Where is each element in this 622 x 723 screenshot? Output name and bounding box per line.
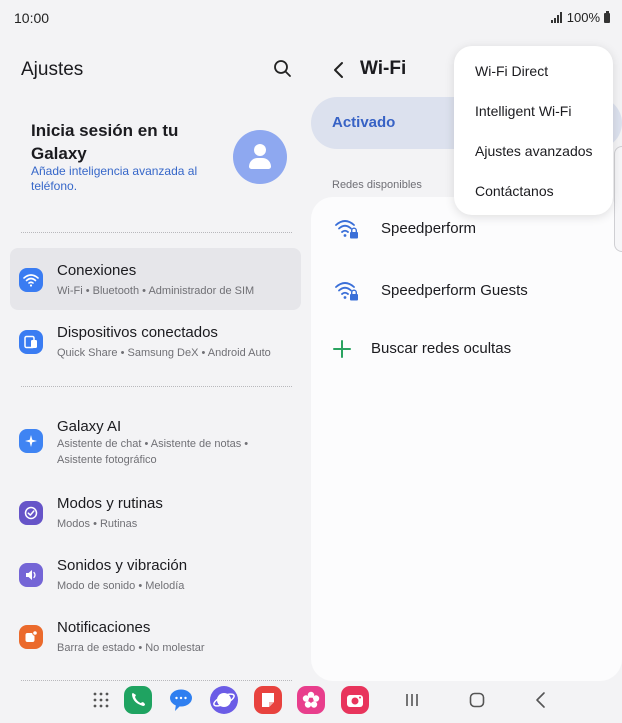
account-subtitle: Añade inteligencia avanzada al teléfono. [31,164,198,193]
home-icon [469,692,485,708]
settings-item-subtitle: Asistente de chat • Asistente de notas • [57,438,249,450]
overflow-menu: Wi-Fi Direct Intelligent Wi-Fi Ajustes a… [454,46,613,215]
settings-item-sonidos[interactable]: Sonidos y vibración Modo de sonido • Mel… [10,543,301,605]
networks-list: Speedperform Speedperform Guests Buscar … [311,197,622,681]
wifi-page-title: Wi-Fi [360,58,407,79]
menu-item-label: Ajustes avanzados [475,143,593,159]
settings-item-conexiones[interactable]: Conexiones Wi-Fi • Bluetooth • Administr… [10,248,301,310]
recent-apps-button[interactable] [402,690,422,710]
notes-app[interactable] [254,686,282,714]
network-name: Speedperform [381,220,477,237]
settings-panel: Ajustes Inicia sesión en tu Galaxy Añade… [0,36,311,681]
network-item[interactable]: Speedperform Guests [311,263,622,319]
side-panel-handle[interactable] [614,146,622,252]
person-icon [254,144,266,156]
signal-icon [550,12,563,23]
settings-item-title: Galaxy AI [57,418,122,435]
add-hidden-network-label: Buscar redes ocultas [371,340,512,357]
back-nav-button[interactable] [531,690,551,710]
account-signin-card[interactable]: Inicia sesión en tu Galaxy Añade intelig… [10,106,301,216]
settings-item-title: Dispositivos conectados [57,324,218,341]
menu-item-label: Contáctanos [475,183,554,199]
settings-item-subtitle: Quick Share • Samsung DeX • Android Auto [57,347,271,359]
settings-item-subtitle: Asistente fotográfico [57,454,157,466]
notification-icon [19,625,43,649]
wifi-icon [19,268,43,292]
grid-icon [93,692,109,708]
message-bubble-icon [170,689,192,711]
status-indicators: 100% [550,10,610,25]
settings-item-title: Sonidos y vibración [57,557,188,574]
taskbar [0,683,622,723]
settings-item-dispositivos[interactable]: Dispositivos conectados Quick Share • Sa… [10,310,301,372]
page-title: Ajustes [21,59,84,80]
note-icon [262,693,274,707]
check-circle-icon [19,501,43,525]
phone-app[interactable] [124,686,152,714]
camera-app[interactable] [341,686,369,714]
divider [21,680,292,681]
internet-app[interactable] [210,686,238,714]
menu-item-wifi-direct[interactable]: Wi-Fi Direct [454,51,613,91]
status-time: 10:00 [14,10,50,26]
divider [21,232,292,233]
battery-icon [604,10,610,23]
menu-item-intelligent-wifi[interactable]: Intelligent Wi-Fi [454,91,613,131]
devices-icon [19,330,43,354]
gallery-app[interactable] [297,686,325,714]
home-button[interactable] [467,690,487,710]
wifi-lock-icon [335,220,358,239]
camera-icon [347,695,363,707]
volume-icon [19,563,43,587]
battery-level: 100% [566,10,600,25]
available-networks-label: Redes disponibles [332,179,422,191]
search-button[interactable] [272,58,294,80]
settings-item-galaxy-ai[interactable]: Galaxy AI Asistente de chat • Asistente … [10,406,301,478]
settings-item-title: Modos y rutinas [57,495,163,512]
flower-icon [302,691,320,708]
network-name: Speedperform Guests [381,282,528,299]
chevron-left-icon [536,692,545,708]
chevron-left-icon [334,62,343,78]
menu-item-label: Wi-Fi Direct [475,63,549,79]
settings-item-title: Notificaciones [57,619,151,636]
settings-item-notificaciones[interactable]: Notificaciones Barra de estado • No mole… [10,605,301,667]
divider [21,386,292,387]
avatar [233,130,287,184]
menu-item-advanced-settings[interactable]: Ajustes avanzados [454,131,613,171]
settings-item-subtitle: Modos • Rutinas [57,518,138,530]
settings-item-subtitle: Barra de estado • No molestar [57,642,205,654]
wifi-lock-icon [335,282,358,301]
back-button[interactable] [329,59,349,81]
menu-item-label: Intelligent Wi-Fi [475,103,572,119]
account-title: Inicia sesión en tu Galaxy [31,121,179,163]
planet-icon [213,693,235,707]
recents-icon [406,694,418,706]
add-hidden-network-button[interactable]: Buscar redes ocultas [311,321,622,377]
settings-item-subtitle: Wi-Fi • Bluetooth • Administrador de SIM [57,285,255,297]
messages-app[interactable] [167,686,195,714]
status-bar: 10:00 100% [0,0,622,36]
phone-icon [132,693,145,706]
search-icon [274,60,291,77]
menu-item-contact[interactable]: Contáctanos [454,171,613,211]
settings-item-subtitle: Modo de sonido • Melodía [57,580,185,592]
settings-item-modos[interactable]: Modos y rutinas Modos • Rutinas [10,481,301,543]
settings-item-title: Conexiones [57,262,137,279]
sparkle-icon [19,429,43,453]
plus-icon [333,340,351,358]
wifi-toggle-label: Activado [332,114,396,131]
app-drawer-button[interactable] [91,690,111,710]
